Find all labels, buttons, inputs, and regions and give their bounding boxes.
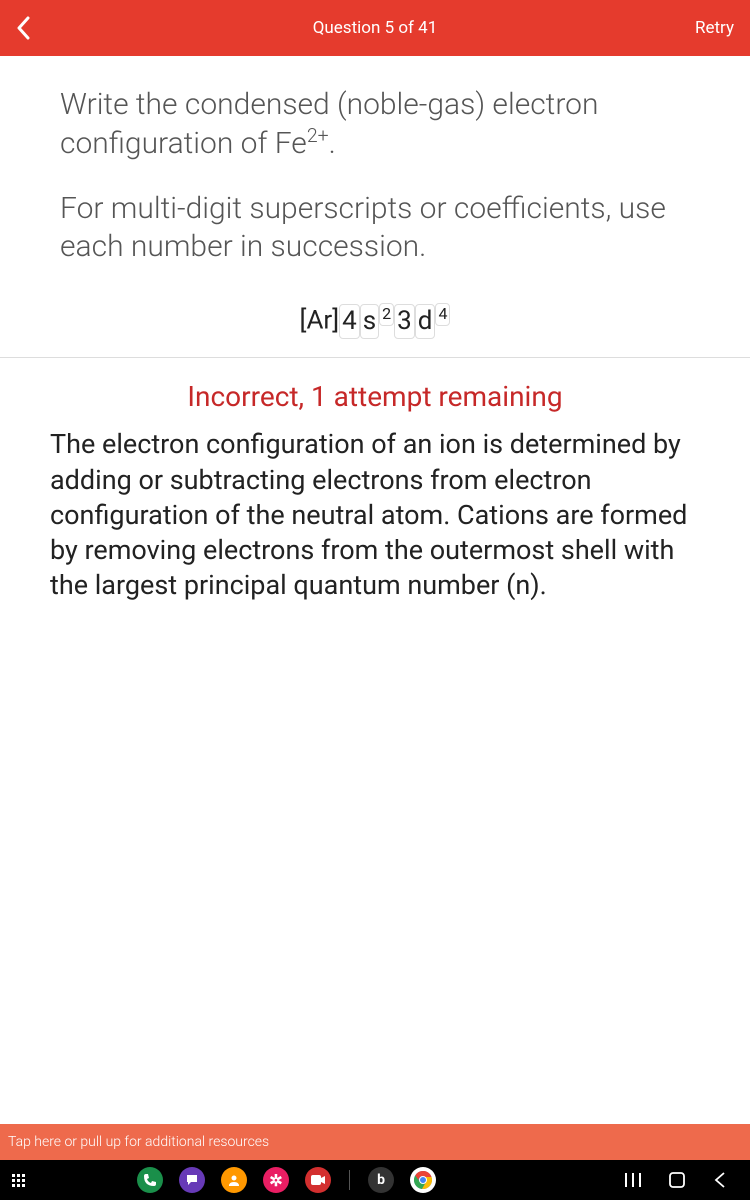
system-buttons: [624, 1171, 738, 1189]
answer-box-4[interactable]: d: [415, 304, 436, 340]
question-prompt: Write the condensed (noble-gas) electron…: [60, 86, 690, 293]
back-button[interactable]: [16, 16, 56, 40]
chevron-left-icon: [16, 16, 30, 40]
resources-pullup[interactable]: Tap here or pull up for additional resou…: [0, 1124, 750, 1160]
flower-icon: ✲: [269, 1171, 282, 1190]
divider: [0, 357, 750, 358]
app-icon-chrome[interactable]: [410, 1167, 436, 1193]
app-icon-2[interactable]: [179, 1167, 205, 1193]
phone-icon: [143, 1173, 157, 1187]
question-counter: Question 5 of 41: [313, 18, 438, 38]
app-icon-5[interactable]: [305, 1167, 331, 1193]
answer-prefix: [Ar]: [300, 306, 340, 336]
content-area: Write the condensed (noble-gas) electron…: [0, 56, 750, 1124]
answer-box-3[interactable]: 3: [394, 304, 415, 340]
answer-display: [Ar]4s23d4: [60, 303, 690, 339]
app-header: Question 5 of 41 Retry: [0, 0, 750, 56]
chrome-icon: [413, 1170, 433, 1190]
question-line2: For multi-digit superscripts or coeffici…: [60, 190, 690, 265]
nav-separator: [349, 1170, 350, 1190]
system-nav-bar: ✲ b: [0, 1160, 750, 1200]
answer-sup-2[interactable]: 4: [435, 303, 450, 326]
app-icon-3[interactable]: [221, 1167, 247, 1193]
back-nav-button[interactable]: [712, 1171, 730, 1189]
home-button[interactable]: [668, 1171, 686, 1189]
retry-button[interactable]: Retry: [695, 18, 734, 38]
feedback-body: The electron configuration of an ion is …: [50, 427, 700, 602]
app-icon-b[interactable]: b: [368, 1167, 394, 1193]
answer-box-1[interactable]: 4: [339, 304, 360, 340]
answer-box-2[interactable]: s: [360, 304, 379, 340]
recents-button[interactable]: [624, 1171, 642, 1189]
apps-grid-icon[interactable]: [12, 1174, 25, 1187]
chat-icon: [185, 1173, 199, 1187]
app-icon-1[interactable]: [137, 1167, 163, 1193]
video-icon: [311, 1175, 325, 1185]
question-superscript: 2+: [307, 124, 329, 147]
contact-icon: [227, 1173, 241, 1187]
question-line1-post: .: [329, 126, 336, 161]
app-icon-4[interactable]: ✲: [263, 1167, 289, 1193]
answer-sup-1[interactable]: 2: [379, 303, 394, 326]
feedback-title: Incorrect, 1 attempt remaining: [60, 380, 690, 413]
